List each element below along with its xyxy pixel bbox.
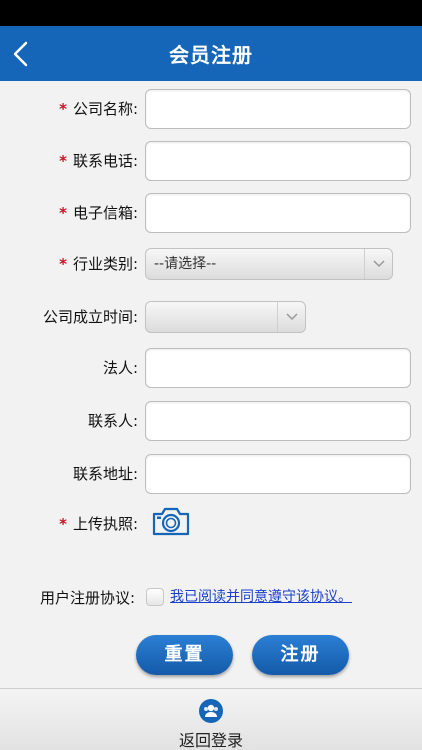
- camera-icon: [152, 507, 190, 536]
- user-group-icon: [199, 699, 223, 723]
- back-to-login-label: 返回登录: [178, 731, 243, 750]
- action-buttons: 重置 注册: [0, 635, 422, 675]
- phone-row: * 联系电话:: [0, 141, 422, 181]
- industry-select[interactable]: --请选择--: [145, 248, 393, 280]
- phone-input[interactable]: [145, 141, 411, 181]
- required-mark: *: [59, 204, 67, 222]
- email-row: * 电子信箱:: [0, 193, 422, 233]
- email-input[interactable]: [145, 193, 411, 233]
- back-button[interactable]: [6, 34, 42, 74]
- email-label: * 电子信箱:: [59, 204, 138, 222]
- founded-label: 公司成立时间:: [42, 308, 138, 326]
- status-bar: [0, 0, 422, 26]
- agreement-link[interactable]: 我已阅读并同意遵守该协议。: [170, 584, 352, 610]
- legal-person-input[interactable]: [145, 348, 411, 388]
- agreement-row: 用户注册协议: 我已阅读并同意遵守该协议。: [0, 584, 422, 612]
- founded-row: 公司成立时间:: [0, 297, 422, 337]
- founded-select[interactable]: [145, 301, 306, 333]
- required-mark: *: [59, 100, 67, 118]
- nav-bar: 会员注册: [0, 26, 422, 81]
- legal-person-row: 法人:: [0, 348, 422, 388]
- address-input[interactable]: [145, 454, 411, 494]
- chevron-down-icon: [364, 249, 392, 279]
- license-row: * 上传执照:: [0, 504, 422, 544]
- industry-row: * 行业类别: --请选择--: [0, 244, 422, 284]
- license-label: * 上传执照:: [59, 515, 138, 533]
- company-name-input[interactable]: [145, 89, 411, 129]
- phone-label: * 联系电话:: [59, 152, 138, 170]
- contact-person-label: 联系人:: [87, 412, 138, 430]
- reset-button[interactable]: 重置: [136, 635, 233, 675]
- industry-select-value: --请选择--: [154, 256, 217, 272]
- required-mark: *: [59, 515, 67, 533]
- back-to-login-button[interactable]: 返回登录: [161, 695, 261, 750]
- register-button[interactable]: 注册: [252, 635, 349, 675]
- industry-label: * 行业类别:: [59, 255, 138, 273]
- contact-person-row: 联系人:: [0, 401, 422, 441]
- bottom-bar: 返回登录: [0, 688, 422, 750]
- company-name-row: * 公司名称:: [0, 89, 422, 129]
- agreement-checkbox[interactable]: [146, 588, 164, 606]
- upload-license-button[interactable]: [150, 504, 192, 540]
- contact-person-input[interactable]: [145, 401, 411, 441]
- company-name-label: * 公司名称:: [59, 100, 138, 118]
- agreement-label: 用户注册协议:: [39, 589, 135, 607]
- page-title: 会员注册: [169, 43, 253, 67]
- required-mark: *: [59, 255, 67, 273]
- legal-person-label: 法人:: [102, 359, 138, 377]
- address-row: 联系地址:: [0, 454, 422, 494]
- address-label: 联系地址:: [72, 465, 138, 483]
- chevron-down-icon: [277, 302, 305, 332]
- chevron-left-icon: [13, 41, 28, 67]
- required-mark: *: [59, 152, 67, 170]
